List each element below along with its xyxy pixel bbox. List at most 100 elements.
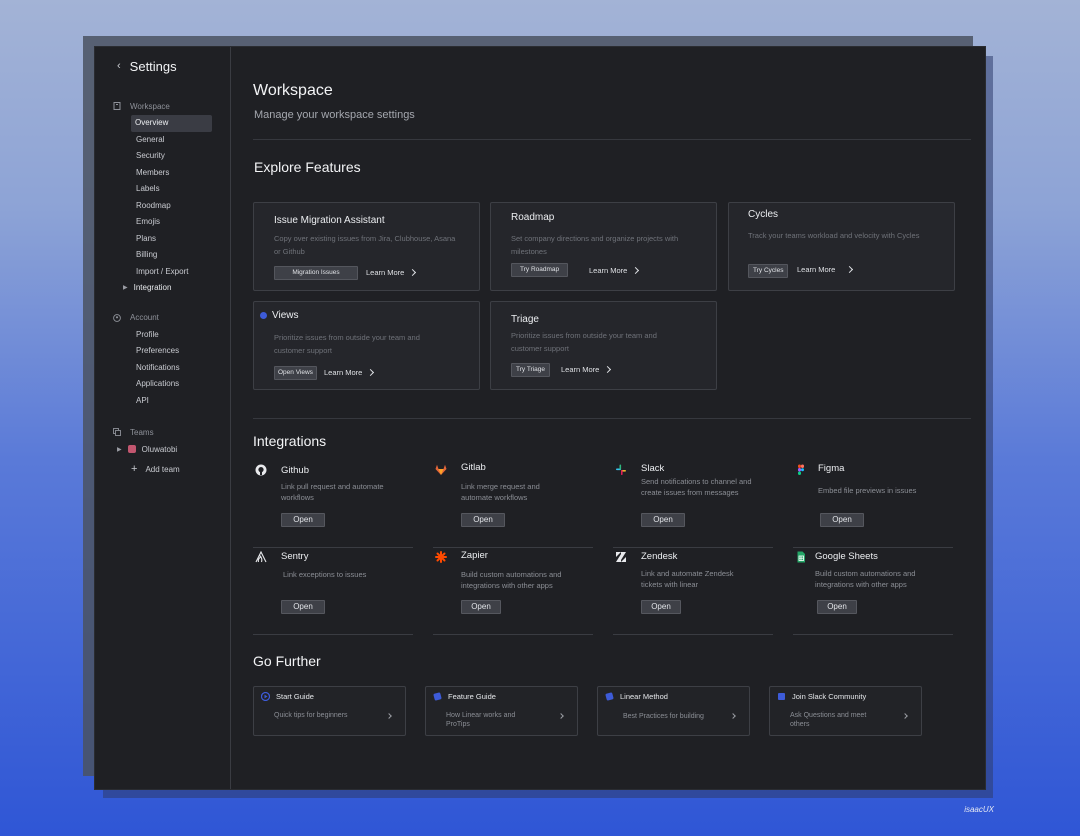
chevron-right-icon [386, 713, 392, 719]
integration-title: Gitlab [461, 462, 486, 473]
feature-card-title: Triage [511, 314, 539, 325]
sidebar: ‹ Settings Workspace Overview General Se… [95, 47, 231, 789]
feature-card-cycles: Cycles Track your teams workload and vel… [728, 202, 955, 291]
further-card-start-guide[interactable]: Start Guide Quick tips for beginners [253, 686, 406, 736]
further-card-title: Linear Method [620, 692, 668, 701]
chevron-right-icon [604, 365, 612, 374]
caret-right-icon: ▶ [117, 446, 122, 453]
add-team-button[interactable]: + Add team [95, 461, 230, 477]
sentry-icon [255, 551, 267, 563]
open-zendesk-button[interactable]: Open [641, 600, 681, 614]
linear-logo-icon [433, 692, 442, 701]
github-icon [255, 464, 267, 476]
sidebar-teams-label: Teams [130, 427, 154, 437]
sidebar-item-members[interactable]: Members [95, 165, 230, 182]
try-triage-button[interactable]: Try Triage [511, 363, 551, 377]
chevron-right-icon [632, 266, 640, 275]
integration-desc: Link merge request and automate workflow… [461, 482, 540, 502]
sidebar-item-notifications[interactable]: Notifications [95, 360, 230, 377]
feature-card-title: Issue Migration Assistant [274, 215, 385, 226]
user-icon [113, 313, 121, 322]
page-title: Workspace [253, 82, 333, 99]
integration-github: Github Link pull request and automate wo… [253, 460, 413, 548]
sidebar-item-overview[interactable]: Overview [131, 115, 212, 132]
settings-back[interactable]: ‹ Settings [95, 57, 230, 75]
migration-issues-button[interactable]: Migration Issues [274, 266, 358, 280]
integration-desc: Link and automate Zendesk tickets with l… [641, 569, 734, 589]
open-google-sheets-button[interactable]: Open [817, 600, 857, 614]
further-card-desc: Quick tips for beginners [274, 712, 348, 719]
feature-card-title: Cycles [748, 209, 779, 220]
sidebar-item-import-export[interactable]: Import / Export [95, 264, 230, 281]
try-roadmap-button[interactable]: Try Roadmap [511, 263, 569, 277]
sidebar-item-general[interactable]: General [95, 132, 230, 149]
sidebar-item-api[interactable]: API [95, 393, 230, 410]
learn-more-link[interactable]: Learn More [324, 368, 375, 377]
chevron-right-icon [558, 713, 564, 719]
further-card-slack-community[interactable]: Join Slack Community Ask Questions and m… [769, 686, 922, 736]
integration-zapier: Zapier Build custom automations and inte… [433, 547, 593, 635]
sidebar-item-applications[interactable]: Applications [95, 376, 230, 393]
linear-logo-icon [605, 692, 614, 701]
learn-more-link[interactable]: Learn More [589, 266, 640, 275]
learn-more-link[interactable]: Learn More [797, 265, 854, 274]
integration-zendesk: Zendesk Link and automate Zendesk ticket… [613, 547, 773, 635]
sidebar-item-labels[interactable]: Labels [95, 181, 230, 198]
zendesk-icon [616, 552, 626, 562]
integration-desc: Send notifications to channel and create… [641, 477, 752, 497]
sidebar-item-billing[interactable]: Billing [95, 247, 230, 264]
sidebar-item-preferences[interactable]: Preferences [95, 343, 230, 360]
try-cycles-button[interactable]: Try Cycles [748, 264, 789, 278]
open-slack-button[interactable]: Open [641, 513, 685, 527]
sidebar-item-profile[interactable]: Profile [95, 327, 230, 344]
feature-card-desc: Track your teams workload and velocity w… [748, 231, 920, 240]
open-gitlab-button[interactable]: Open [461, 513, 505, 527]
further-card-desc: Best Practices for building [623, 713, 704, 720]
plus-icon: + [131, 463, 138, 475]
learn-more-label: Learn More [324, 368, 363, 377]
integration-desc: Build custom automations and integration… [815, 569, 916, 589]
sidebar-team-oluwatobi[interactable]: ▶ Oluwatobi [95, 441, 230, 457]
learn-more-label: Learn More [797, 265, 836, 274]
open-zapier-button[interactable]: Open [461, 600, 501, 614]
learn-more-link[interactable]: Learn More [366, 268, 417, 277]
sidebar-item-emojis[interactable]: Emojis [95, 214, 230, 231]
integration-google-sheets: Google Sheets Build custom automations a… [793, 547, 953, 635]
further-card-feature-guide[interactable]: Feature Guide How Linear works and ProTi… [425, 686, 578, 736]
integration-title: Zapier [461, 550, 488, 561]
further-card-title: Join Slack Community [792, 692, 867, 701]
sidebar-item-security[interactable]: Security [95, 148, 230, 165]
integration-title: Sentry [281, 551, 309, 562]
building-icon [113, 102, 121, 110]
chevron-right-icon [902, 713, 908, 719]
sidebar-teams-group: Teams ▶ Oluwatobi + Add team [95, 425, 230, 477]
integration-title: Slack [641, 463, 665, 474]
sidebar-workspace-group: Workspace Overview General Security Memb… [95, 99, 230, 297]
chevron-left-icon[interactable]: ‹ [117, 60, 121, 72]
open-sentry-button[interactable]: Open [281, 600, 325, 614]
further-card-title-row: Start Guide [261, 692, 314, 701]
sidebar-workspace-label: Workspace [130, 101, 170, 111]
open-views-button[interactable]: Open Views [274, 366, 317, 380]
page-subtitle: Manage your workspace settings [254, 109, 415, 121]
integration-figma: Figma Embed file previews in issues Open [793, 460, 953, 548]
author-credit: isaacUX [964, 805, 994, 814]
sidebar-item-roadmap[interactable]: Roodmap [95, 198, 230, 215]
open-github-button[interactable]: Open [281, 513, 325, 527]
feature-card-title: Roadmap [511, 212, 555, 223]
views-icon [260, 312, 267, 319]
open-figma-button[interactable]: Open [820, 513, 864, 527]
integration-title: Figma [818, 463, 845, 474]
integration-gitlab: Gitlab Link merge request and automate w… [433, 460, 593, 548]
sidebar-item-integration[interactable]: ▶ Integration [95, 280, 230, 297]
further-card-linear-method[interactable]: Linear Method Best Practices for buildin… [597, 686, 750, 736]
settings-window: ‹ Settings Workspace Overview General Se… [95, 47, 985, 789]
sidebar-item-plans[interactable]: Plans [95, 231, 230, 248]
learn-more-link[interactable]: Learn More [561, 365, 612, 374]
feature-card-views: Views Prioritize issues from outside you… [253, 301, 480, 390]
slack-icon [616, 464, 626, 475]
further-card-title-row: Linear Method [605, 692, 668, 701]
integration-title: Github [281, 465, 309, 476]
further-card-title: Start Guide [276, 692, 314, 701]
learn-more-label: Learn More [366, 268, 405, 277]
